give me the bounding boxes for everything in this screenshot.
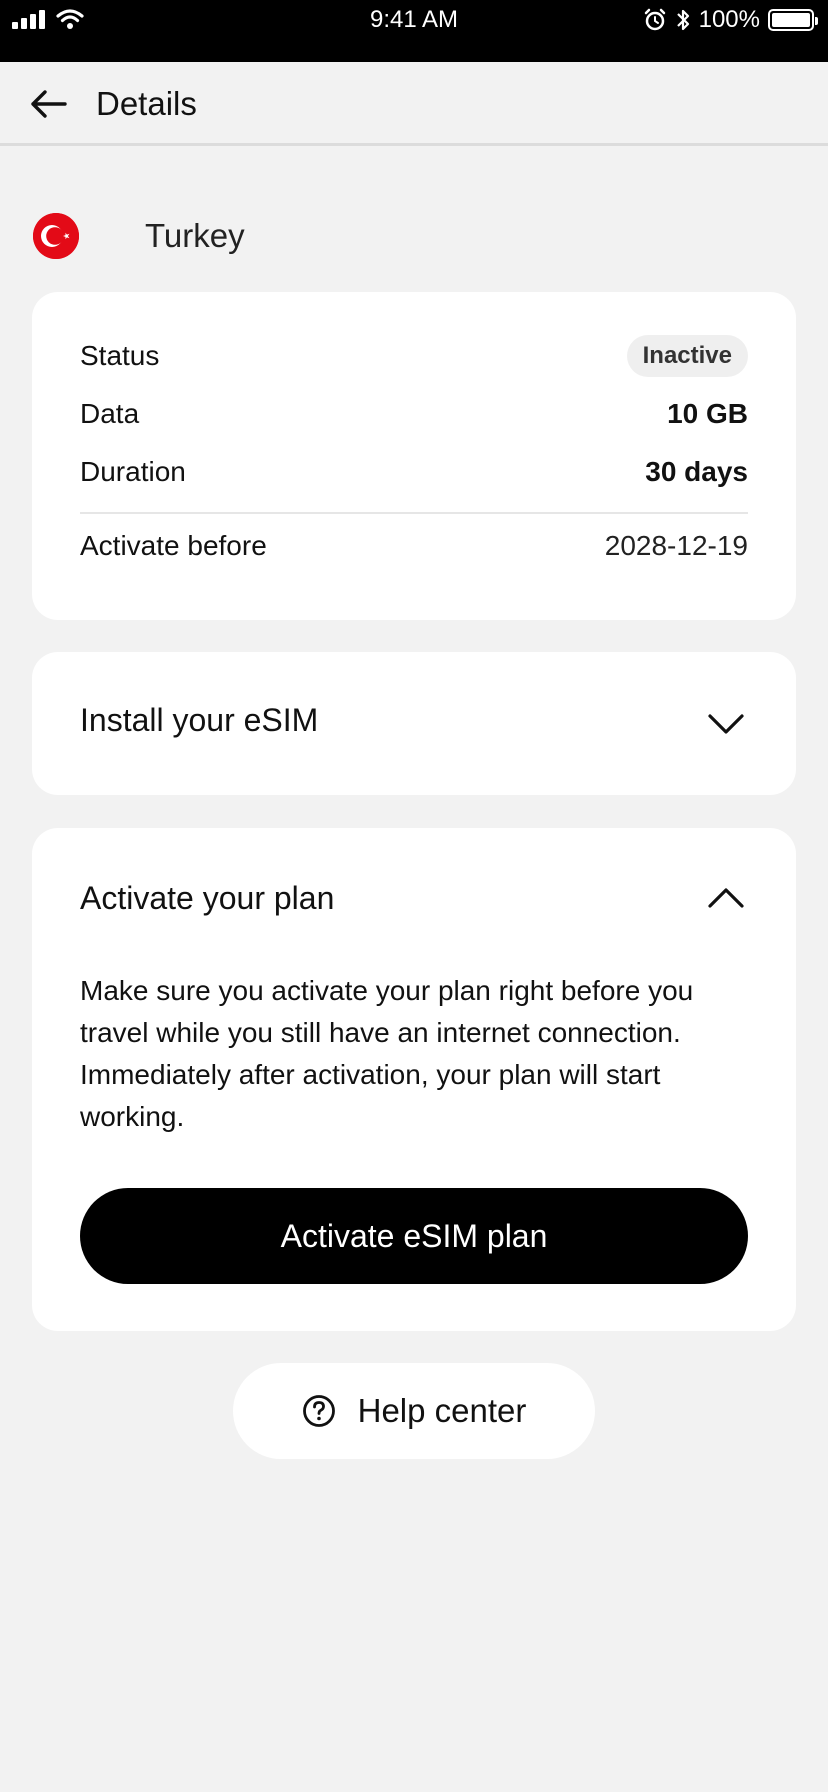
status-label: Status (80, 340, 160, 371)
back-button[interactable] (26, 82, 70, 126)
activate-before-row: Activate before 2028-12-19 (80, 524, 748, 568)
bluetooth-icon (676, 9, 689, 31)
activate-description: Make sure you activate your plan right b… (80, 975, 694, 1132)
install-esim-accordion[interactable]: Install your eSIM (32, 652, 796, 795)
plan-details-card: Status Inactive Data 10 GB Duration 30 d… (32, 292, 796, 620)
arrow-left-icon (31, 90, 67, 118)
activate-plan-title[interactable]: Activate your plan (80, 880, 334, 917)
chevron-up-icon[interactable] (706, 878, 746, 918)
activate-esim-button[interactable]: Activate eSIM plan (80, 1188, 748, 1284)
status-bar: 9:41 AM 100% (0, 0, 828, 62)
status-right: 100% (643, 6, 818, 34)
app-header: Details (0, 62, 828, 146)
duration-value: 30 days (645, 456, 748, 487)
status-row: Status Inactive (80, 334, 748, 378)
question-circle-icon (302, 1395, 335, 1427)
country-row: Turkey (33, 212, 245, 260)
install-esim-title: Install your eSIM (80, 702, 319, 738)
battery-percent: 100% (698, 6, 760, 33)
turkey-flag-icon (33, 213, 79, 259)
activate-before-value: 2028-12-19 (604, 530, 748, 561)
data-label: Data (80, 398, 140, 429)
activate-plan-accordion: Activate your plan Make sure you activat… (32, 828, 796, 1331)
help-center-label: Help center (357, 1392, 527, 1429)
chevron-down-icon[interactable] (706, 704, 746, 744)
status-badge: Inactive (626, 335, 748, 377)
page-title: Details (96, 85, 197, 122)
duration-label: Duration (80, 456, 186, 487)
help-center-button[interactable]: Help center (233, 1363, 595, 1459)
activate-before-label: Activate before (80, 530, 267, 561)
data-row: Data 10 GB (80, 392, 748, 436)
battery-icon (768, 9, 818, 31)
data-value: 10 GB (667, 398, 748, 429)
divider (80, 512, 748, 514)
duration-row: Duration 30 days (80, 450, 748, 494)
alarm-icon (644, 8, 665, 31)
country-name: Turkey (145, 217, 245, 254)
